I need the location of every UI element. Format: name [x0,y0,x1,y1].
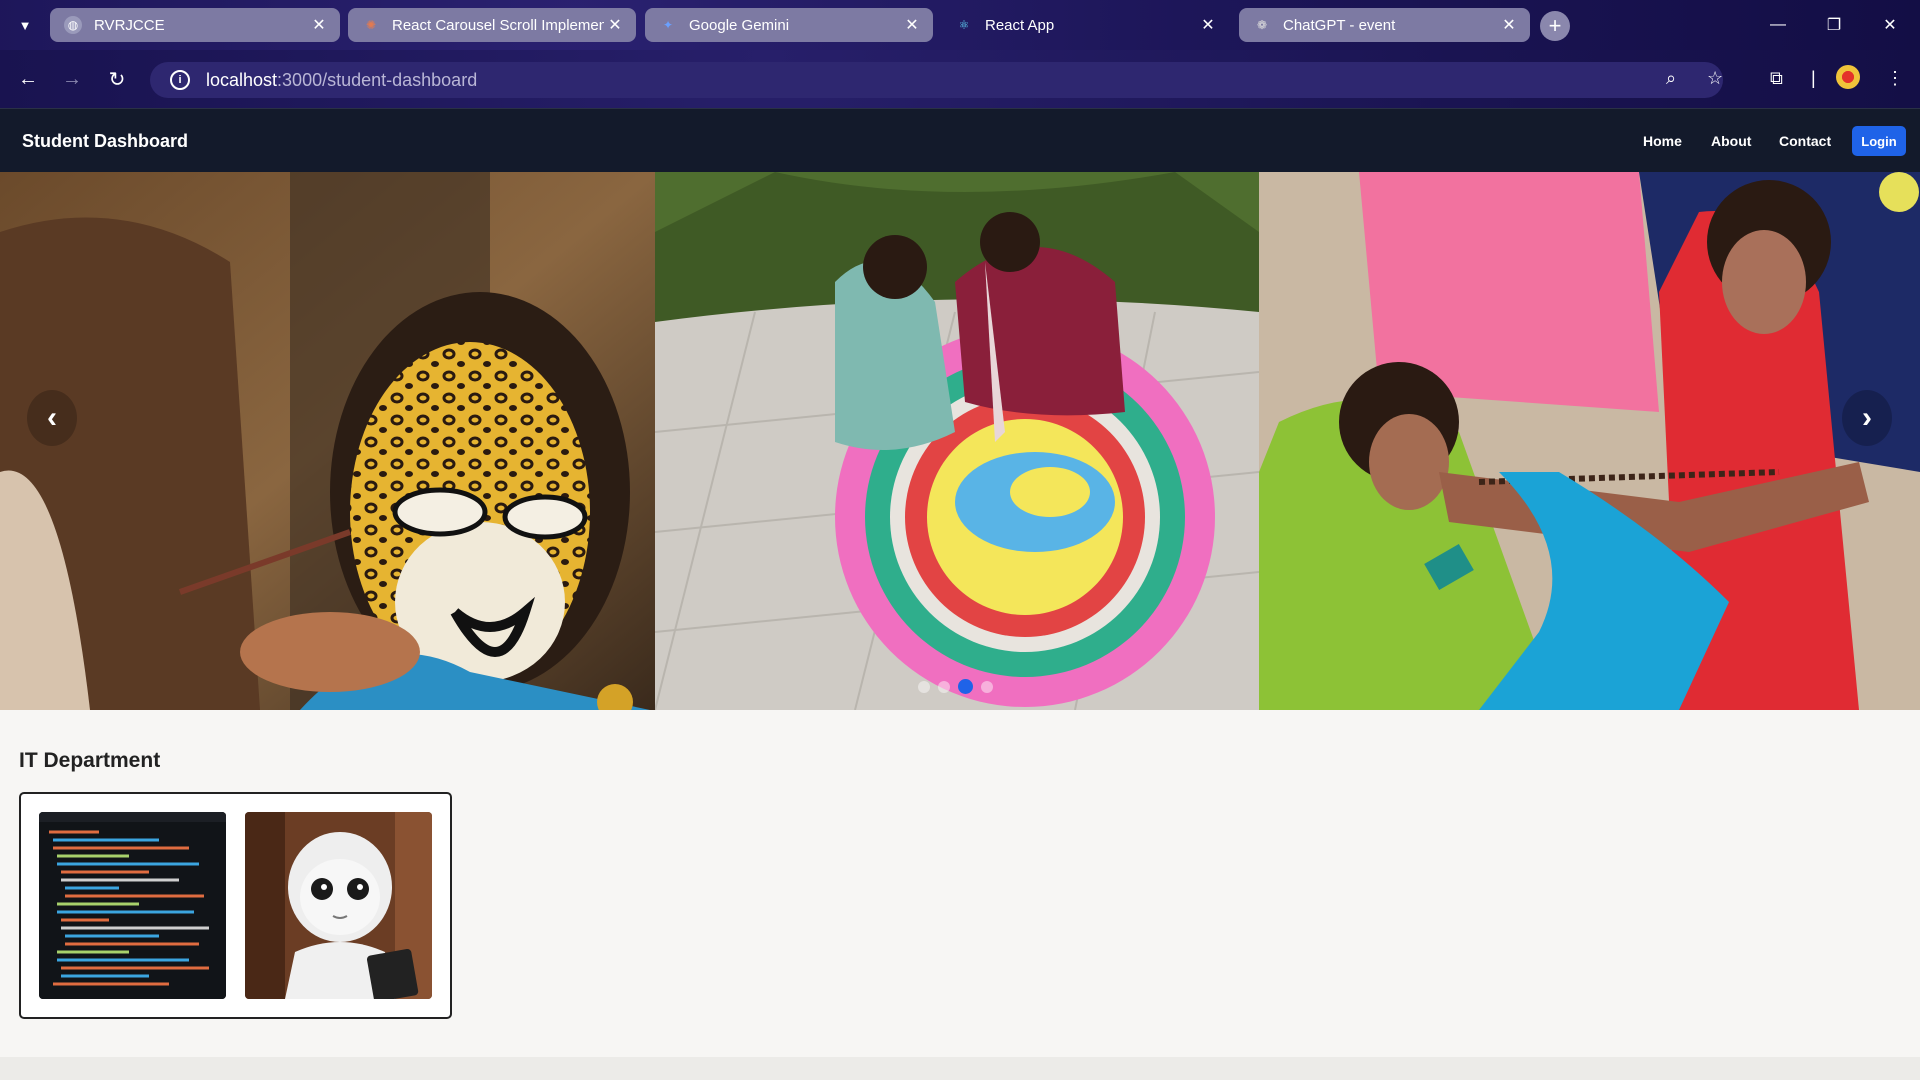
chatgpt-icon: ❁ [1256,18,1268,32]
tab-title: ChatGPT - event [1283,16,1396,34]
robot-thumbnail[interactable] [245,812,432,999]
carousel-prev-button[interactable]: ‹ [27,390,77,446]
reload-icon[interactable]: ↻ [101,63,133,95]
close-icon[interactable]: ✕ [308,15,330,35]
carousel-indicators [918,679,993,694]
carousel-indicator-4[interactable] [981,680,993,693]
react-icon: ⚛ [958,18,970,32]
bookmark-star-icon[interactable]: ☆ [1707,68,1723,89]
tab-title: React App [985,16,1055,34]
page-footer-strip [0,1057,1920,1080]
site-info-icon[interactable]: i [170,70,190,90]
image-carousel: ‹ › [0,172,1920,710]
close-icon[interactable]: ✕ [1498,15,1520,35]
tab-react-app[interactable]: ⚛ React App ✕ [941,8,1229,42]
minimize-icon[interactable]: — [1750,0,1806,50]
url-text: localhost:3000/student-dashboard [206,69,478,90]
browser-tab-strip: ▼ ◍ RVRJCCE ✕ ✺ React Carousel Scroll Im… [0,0,1920,50]
tab-title: Google Gemini [689,16,790,34]
tab-title: RVRJCCE [94,16,165,34]
zoom-icon[interactable]: ⌕ [1666,68,1676,89]
tab-react-carousel[interactable]: ✺ React Carousel Scroll Implemen ✕ [348,8,636,42]
profile-avatar[interactable] [1836,65,1860,89]
claude-icon: ✺ [365,18,377,32]
carousel-image-rangoli [655,172,1259,710]
nav-contact-link[interactable]: Contact [1779,133,1831,149]
extensions-icon[interactable]: ⧉ [1770,68,1783,89]
new-tab-button[interactable]: + [1540,11,1570,41]
carousel-next-button[interactable]: › [1842,390,1892,446]
brand-title[interactable]: Student Dashboard [22,131,188,152]
tab-chatgpt[interactable]: ❁ ChatGPT - event ✕ [1239,8,1530,42]
tab-search-chevron-icon[interactable]: ▼ [10,11,40,39]
address-bar[interactable]: i localhost:3000/student-dashboard [150,62,1723,98]
back-icon[interactable]: ← [12,63,44,95]
tab-rvrjcce[interactable]: ◍ RVRJCCE ✕ [50,8,340,42]
close-icon[interactable]: ✕ [901,15,923,35]
nav-home-link[interactable]: Home [1643,133,1682,149]
app-navbar: Student Dashboard Home About Contact Log… [0,108,1920,172]
section-title: IT Department [19,749,161,772]
nav-about-link[interactable]: About [1711,133,1751,149]
carousel-image-mehndi [1259,172,1920,710]
divider: | [1811,68,1816,88]
carousel-indicator-3-active[interactable] [958,679,973,694]
globe-icon: ◍ [64,16,82,34]
browser-toolbar: ← → ↻ i localhost:3000/student-dashboard… [0,50,1920,108]
gemini-icon: ✦ [662,18,674,32]
carousel-image-face-painting [0,172,655,710]
tab-google-gemini[interactable]: ✦ Google Gemini ✕ [645,8,933,42]
carousel-indicator-1[interactable] [918,680,930,693]
menu-icon[interactable]: ⋮ [1886,68,1904,89]
forward-icon[interactable]: → [56,63,88,95]
close-window-icon[interactable]: ✕ [1862,0,1918,50]
close-icon[interactable]: ✕ [604,15,626,35]
login-button[interactable]: Login [1852,126,1906,156]
close-icon[interactable]: ✕ [1197,15,1219,35]
restore-icon[interactable]: ❐ [1806,0,1862,50]
carousel-indicator-2[interactable] [938,680,950,693]
department-card[interactable] [19,792,452,1019]
code-thumbnail[interactable] [39,812,226,999]
tab-title: React Carousel Scroll Implemen [392,16,604,34]
